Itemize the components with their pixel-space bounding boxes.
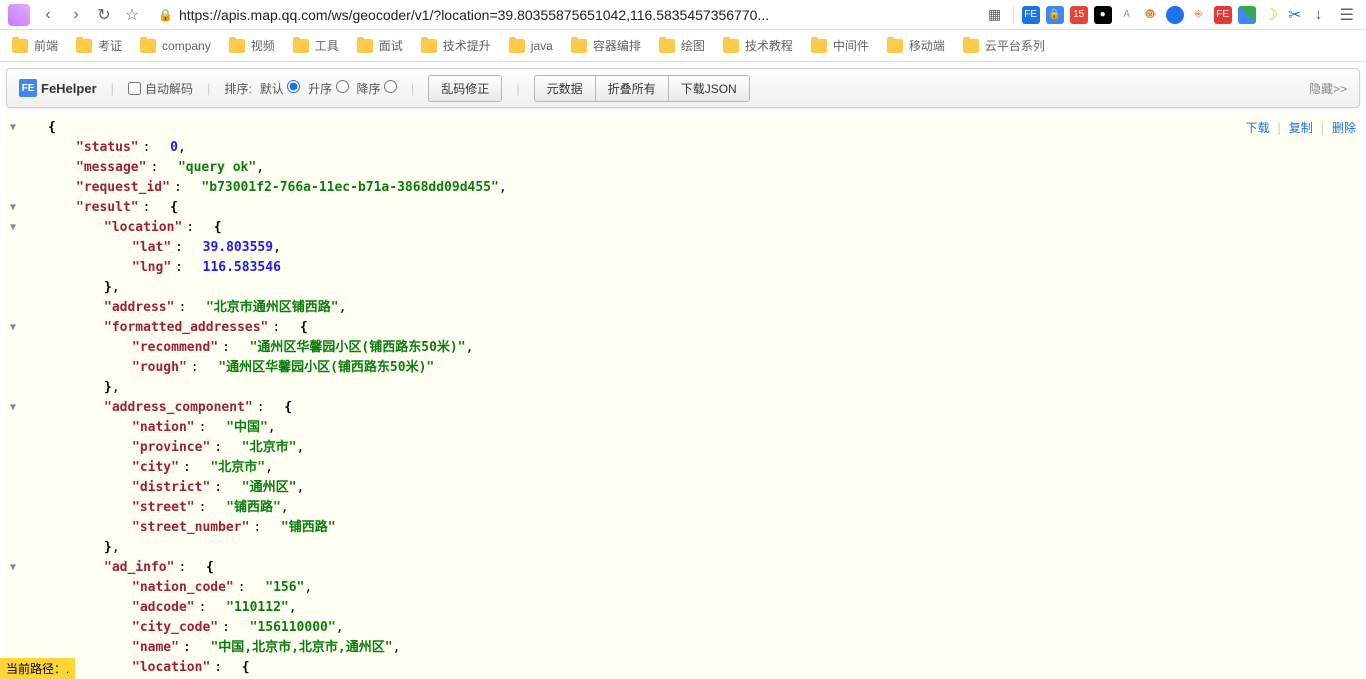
folder-icon <box>811 39 827 53</box>
sort-radio-group: 排序: 默认 升序 降序 <box>224 80 396 97</box>
bookmark-item[interactable]: 技术教程 <box>723 37 793 54</box>
sort-asc-radio[interactable]: 升序 <box>308 80 348 97</box>
url-text: https://apis.map.qq.com/ws/geocoder/v1/?… <box>179 7 769 23</box>
folder-icon <box>140 39 156 53</box>
copy-link[interactable]: 复制 <box>1289 118 1313 138</box>
reload-button[interactable]: ↻ <box>94 5 114 25</box>
separator <box>1013 6 1014 24</box>
bookmark-item[interactable]: java <box>509 39 553 53</box>
fehelper-logo: FE FeHelper <box>19 79 97 97</box>
folder-icon <box>659 39 675 53</box>
ext-icon[interactable]: ☽ <box>1262 6 1280 24</box>
download-icon[interactable]: ↓ <box>1310 6 1328 24</box>
ext-icon[interactable]: FE <box>1214 6 1232 24</box>
folder-icon <box>723 39 739 53</box>
folder-icon <box>293 39 309 53</box>
collapse-toggle[interactable]: ▼ <box>6 318 20 338</box>
separator: | <box>411 81 414 96</box>
collapse-toggle[interactable]: ▼ <box>6 118 20 138</box>
ext-icon[interactable]: A <box>1118 6 1136 24</box>
back-button[interactable]: ‹ <box>38 5 58 25</box>
bookmark-item[interactable]: 技术提升 <box>421 37 491 54</box>
address-bar[interactable]: 🔒 https://apis.map.qq.com/ws/geocoder/v1… <box>150 3 977 27</box>
bookmark-item[interactable]: 视频 <box>229 37 275 54</box>
qr-icon[interactable]: ▦ <box>985 5 1005 25</box>
bookmark-item[interactable]: 容器编排 <box>571 37 641 54</box>
ext-icon[interactable]: FE <box>1022 6 1040 24</box>
bookmark-item[interactable]: 中间件 <box>811 37 869 54</box>
raw-data-button[interactable]: 元数据 <box>534 75 596 102</box>
bookmark-item[interactable]: 工具 <box>293 37 339 54</box>
collapse-toggle[interactable]: ▼ <box>6 218 20 238</box>
ext-icon[interactable]: ⎆ <box>1190 6 1208 24</box>
fehelper-toolbar: FE FeHelper | 自动解码 | 排序: 默认 升序 降序 | 乱码修正… <box>6 68 1360 108</box>
ext-icon[interactable]: 🔒 <box>1046 6 1064 24</box>
folder-icon <box>421 39 437 53</box>
folder-icon <box>963 39 979 53</box>
ext-icon[interactable]: ● <box>1094 6 1112 24</box>
folder-icon <box>887 39 903 53</box>
bookmark-item[interactable]: 云平台系列 <box>963 37 1045 54</box>
separator: | <box>111 81 114 96</box>
menu-icon[interactable]: ☰ <box>1336 5 1358 25</box>
auto-decode-checkbox[interactable]: 自动解码 <box>128 80 193 97</box>
folder-icon <box>571 39 587 53</box>
fehelper-logo-icon: FE <box>19 79 37 97</box>
browser-chrome: ‹ › ↻ ☆ 🔒 https://apis.map.qq.com/ws/geo… <box>0 0 1366 30</box>
ext-icon[interactable]: 🐵 <box>1142 6 1160 24</box>
extensions-area: FE 🔒 15 ● A 🐵 ⎆ FE ☽ ✂ ↓ <box>1022 6 1328 24</box>
forward-button[interactable]: › <box>66 5 86 25</box>
separator: | <box>207 81 210 96</box>
lock-icon: 🔒 <box>158 8 173 22</box>
bookmark-item[interactable]: 前端 <box>12 37 58 54</box>
download-link[interactable]: 下载 <box>1245 118 1269 138</box>
sort-default-radio[interactable]: 默认 <box>260 80 300 97</box>
bookmark-item[interactable]: company <box>140 39 211 53</box>
download-json-button[interactable]: 下载JSON <box>668 75 750 102</box>
folder-icon <box>76 39 92 53</box>
sort-label: 排序: <box>224 80 251 97</box>
button-group: 元数据 折叠所有 下载JSON <box>534 75 750 102</box>
separator: | <box>516 81 519 96</box>
star-icon[interactable]: ☆ <box>122 5 142 25</box>
ext-icon[interactable] <box>1238 6 1256 24</box>
folder-icon <box>12 39 28 53</box>
ext-icon[interactable] <box>1166 6 1184 24</box>
collapse-toggle[interactable]: ▼ <box>6 398 20 418</box>
json-viewer[interactable]: 下载| 复制| 删除 ▼{ "status": 0, "message": "q… <box>6 114 1360 677</box>
fix-garbled-button[interactable]: 乱码修正 <box>428 75 502 102</box>
collapse-toggle[interactable]: ▼ <box>6 558 20 578</box>
bookmark-item[interactable]: 移动端 <box>887 37 945 54</box>
collapse-toggle[interactable]: ▼ <box>6 198 20 218</box>
json-actions: 下载| 复制| 删除 <box>1245 118 1356 138</box>
bookmark-item[interactable]: 绘图 <box>659 37 705 54</box>
bookmark-item[interactable]: 面试 <box>357 37 403 54</box>
hide-button[interactable]: 隐藏>> <box>1309 80 1347 97</box>
sort-desc-radio[interactable]: 降序 <box>357 80 397 97</box>
bookmark-bar: 前端 考证 company 视频 工具 面试 技术提升 java 容器编排 绘图… <box>0 30 1366 62</box>
profile-avatar[interactable] <box>8 4 30 26</box>
ext-icon[interactable]: ✂ <box>1286 6 1304 24</box>
collapse-all-button[interactable]: 折叠所有 <box>595 75 669 102</box>
ext-icon[interactable]: 15 <box>1070 6 1088 24</box>
bookmark-item[interactable]: 考证 <box>76 37 122 54</box>
folder-icon <box>229 39 245 53</box>
folder-icon <box>357 39 373 53</box>
path-overlay: 当前路径：. <box>0 658 75 679</box>
folder-icon <box>509 39 525 53</box>
delete-link[interactable]: 删除 <box>1332 118 1356 138</box>
